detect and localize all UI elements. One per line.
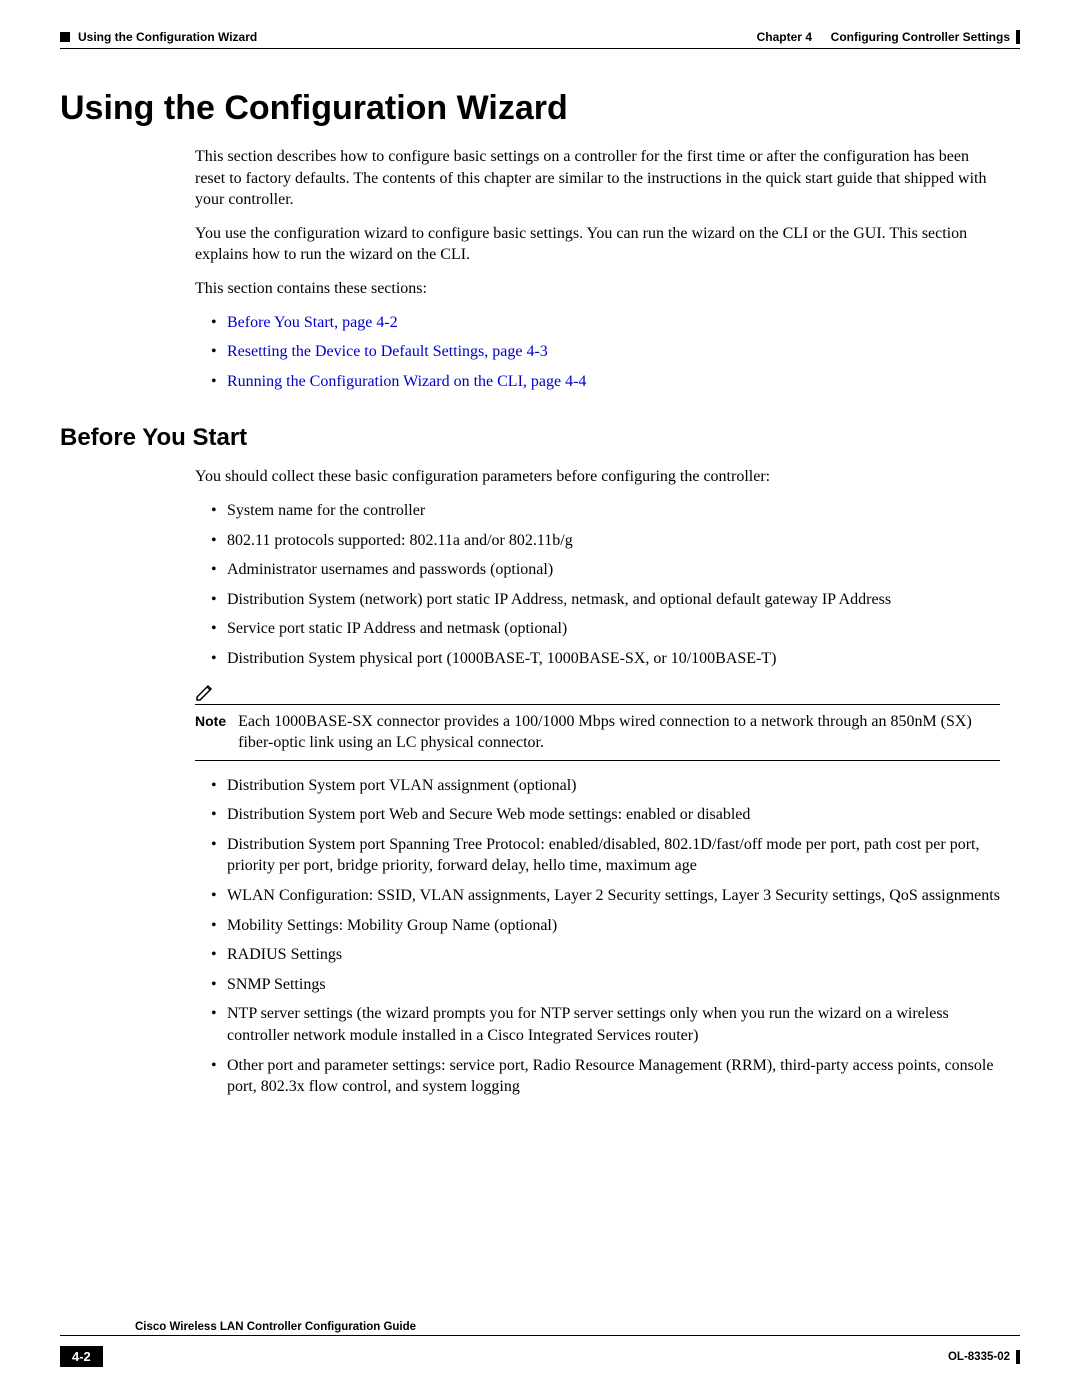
toc-link[interactable]: Resetting the Device to Default Settings… xyxy=(227,343,548,360)
section-heading-before-you-start: Before You Start xyxy=(60,424,1020,452)
intro-para-2: You use the configuration wizard to conf… xyxy=(195,223,1000,266)
square-marker-icon xyxy=(60,32,70,42)
footer-doc-id: OL-8335-02 xyxy=(948,1351,1010,1363)
running-header: Using the Configuration Wizard Chapter 4… xyxy=(60,30,1020,44)
note-pencil-icon xyxy=(195,682,215,702)
intro-para-1: This section describes how to configure … xyxy=(195,146,1000,211)
running-footer: Cisco Wireless LAN Controller Configurat… xyxy=(60,1321,1020,1367)
list-item: SNMP Settings xyxy=(211,974,1000,996)
header-left: Using the Configuration Wizard xyxy=(60,30,257,44)
header-rule xyxy=(60,48,1020,49)
list-item: Distribution System port Web and Secure … xyxy=(211,804,1000,826)
list-item: Other port and parameter settings: servi… xyxy=(211,1055,1000,1098)
toc-list: Before You Start, page 4-2 Resetting the… xyxy=(195,312,1000,393)
footer-rule xyxy=(60,1335,1020,1336)
list-item: 802.11 protocols supported: 802.11a and/… xyxy=(211,530,1000,552)
list-item: Service port static IP Address and netma… xyxy=(211,618,1000,640)
list-item: RADIUS Settings xyxy=(211,944,1000,966)
list-item: Distribution System (network) port stati… xyxy=(211,589,1000,611)
header-right: Chapter 4 Configuring Controller Setting… xyxy=(757,30,1020,44)
list-item: Distribution System physical port (1000B… xyxy=(211,648,1000,670)
list-item: System name for the controller xyxy=(211,500,1000,522)
intro-section: This section describes how to configure … xyxy=(195,146,1000,392)
bys-list-top: System name for the controller 802.11 pr… xyxy=(195,500,1000,670)
toc-link[interactable]: Before You Start, page 4-2 xyxy=(227,314,398,331)
bys-list-bottom: Distribution System port VLAN assignment… xyxy=(195,775,1000,1098)
header-chapter-label: Chapter 4 xyxy=(757,30,812,44)
page-number: 4-2 xyxy=(60,1346,103,1367)
header-chapter-title: Configuring Controller Settings xyxy=(831,30,1010,44)
before-you-start-section: You should collect these basic configura… xyxy=(195,466,1000,1097)
bar-marker-icon xyxy=(1016,1350,1020,1364)
note-rule-top xyxy=(195,704,1000,705)
page-title: Using the Configuration Wizard xyxy=(60,89,1020,128)
list-item: Distribution System port Spanning Tree P… xyxy=(211,834,1000,877)
footer-guide-title: Cisco Wireless LAN Controller Configurat… xyxy=(135,1321,416,1333)
note-rule-bottom xyxy=(195,760,1000,761)
intro-para-3: This section contains these sections: xyxy=(195,278,1000,300)
toc-link[interactable]: Running the Configuration Wizard on the … xyxy=(227,373,586,390)
list-item: Mobility Settings: Mobility Group Name (… xyxy=(211,915,1000,937)
list-item: WLAN Configuration: SSID, VLAN assignmen… xyxy=(211,885,1000,907)
note-text: Each 1000BASE-SX connector provides a 10… xyxy=(238,711,1000,754)
list-item: Administrator usernames and passwords (o… xyxy=(211,559,1000,581)
note-label: Note xyxy=(195,711,226,754)
bar-marker-icon xyxy=(1016,30,1020,44)
list-item: Distribution System port VLAN assignment… xyxy=(211,775,1000,797)
note-block: Note Each 1000BASE-SX connector provides… xyxy=(195,682,1000,761)
bys-intro: You should collect these basic configura… xyxy=(195,466,1000,488)
header-section-text: Using the Configuration Wizard xyxy=(78,30,257,44)
list-item: NTP server settings (the wizard prompts … xyxy=(211,1003,1000,1046)
